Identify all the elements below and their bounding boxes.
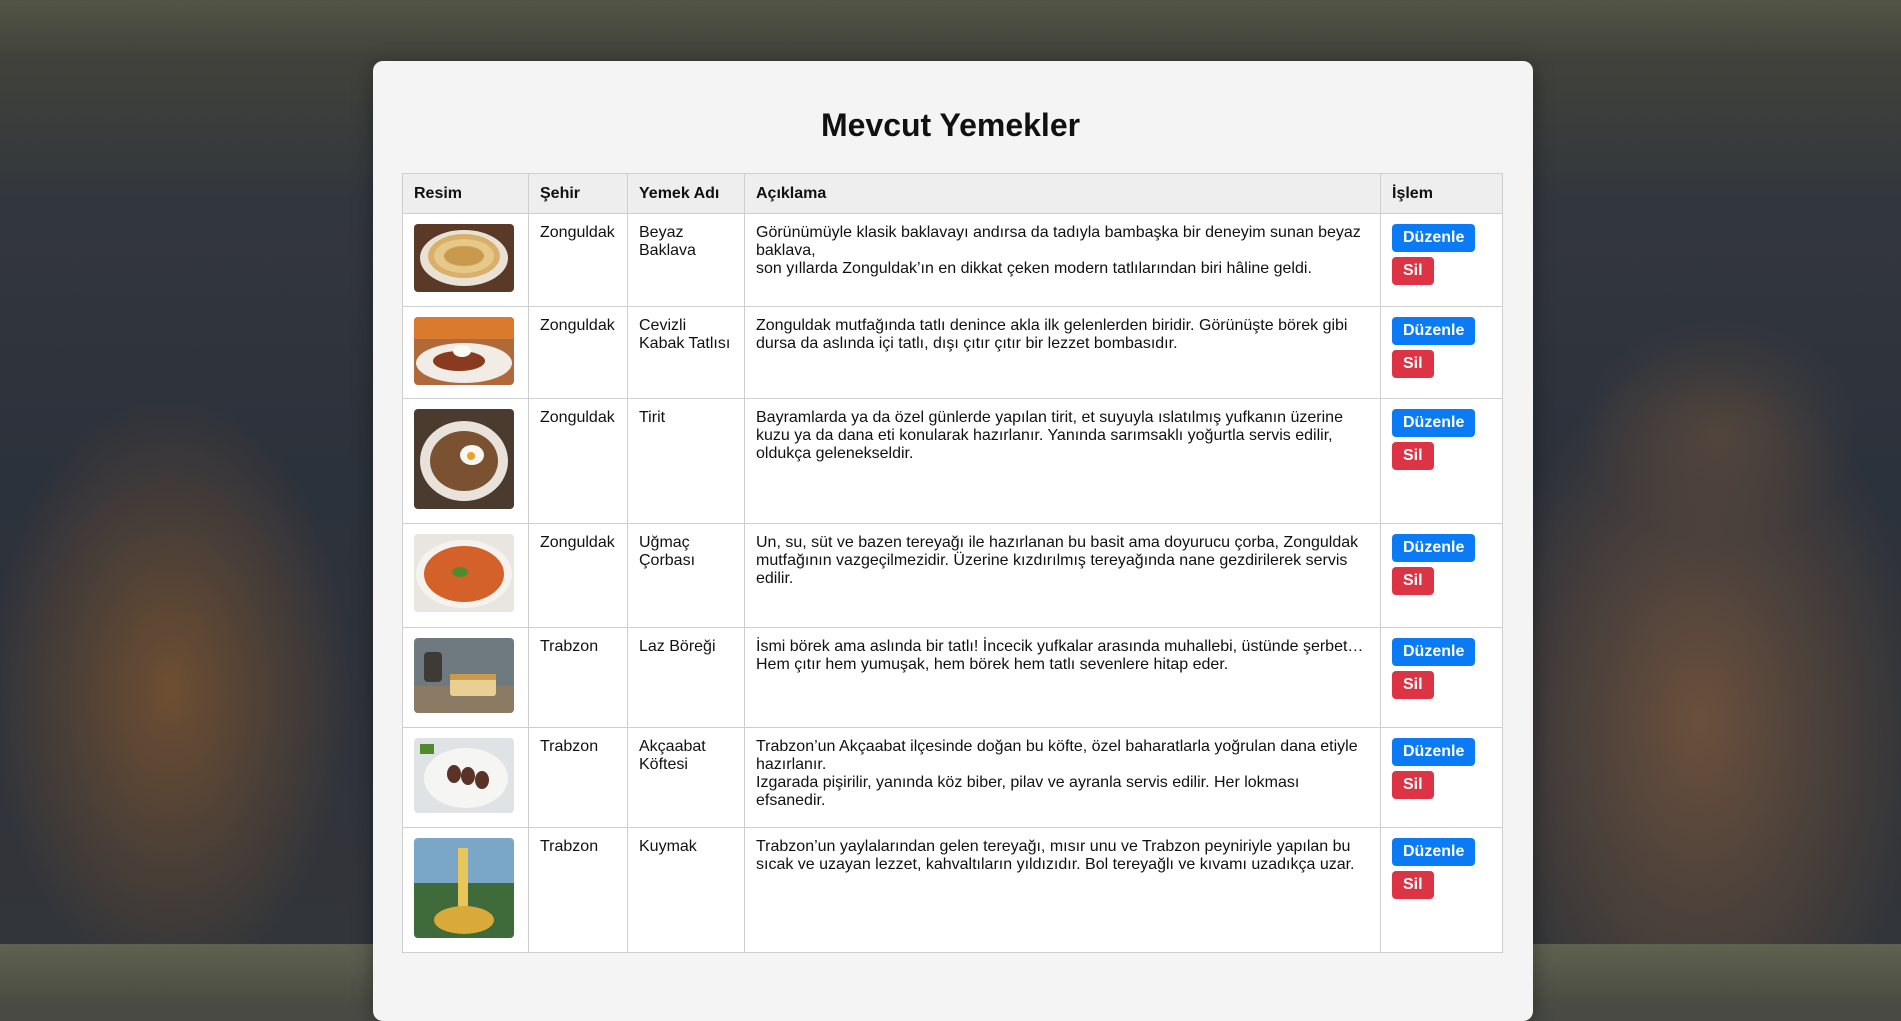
- description-cell: Trabzon’un yaylalarından gelen tereyağı,…: [744, 827, 1381, 953]
- city-cell: Zonguldak: [528, 213, 628, 307]
- image-cell: [402, 306, 529, 399]
- table-row: Trabzon Akçaabat Köftesi Trabzon’un Akça…: [402, 727, 1503, 828]
- table-row: Zonguldak Beyaz Baklava Görünümüyle klas…: [402, 213, 1503, 307]
- description-cell: Trabzon’un Akçaabat ilçesinde doğan bu k…: [744, 727, 1381, 828]
- edit-button[interactable]: Düzenle: [1392, 317, 1476, 345]
- image-cell: [402, 398, 529, 524]
- edit-button[interactable]: Düzenle: [1392, 534, 1476, 562]
- table-row: Zonguldak Uğmaç Çorbası Un, su, süt ve b…: [402, 523, 1503, 628]
- description-line: Görünümüyle klasik baklavayı andırsa da …: [756, 224, 1361, 259]
- table-row: Trabzon Kuymak Trabzon’un yaylalarından …: [402, 827, 1503, 953]
- dishes-table: Resim Şehir Yemek Adı Açıklama İşlem Zon…: [402, 173, 1503, 953]
- description-line: Bayramlarda ya da özel günlerde yapılan …: [756, 409, 1343, 462]
- kabak-tatlisi-photo: [414, 317, 514, 385]
- description-line: Trabzon’un yaylalarından gelen tereyağı,…: [756, 838, 1355, 873]
- description-line: Un, su, süt ve bazen tereyağı ile hazırl…: [756, 534, 1359, 587]
- image-cell: [402, 827, 529, 953]
- action-cell: Düzenle Sil: [1380, 523, 1503, 628]
- edit-button[interactable]: Düzenle: [1392, 738, 1476, 766]
- action-cell: Düzenle Sil: [1380, 727, 1503, 828]
- name-cell: Cevizli Kabak Tatlısı: [627, 306, 745, 399]
- action-cell: Düzenle Sil: [1380, 827, 1503, 953]
- tirit-photo: [414, 409, 514, 509]
- description-cell: Bayramlarda ya da özel günlerde yapılan …: [744, 398, 1381, 524]
- edit-button[interactable]: Düzenle: [1392, 838, 1476, 866]
- action-cell: Düzenle Sil: [1380, 627, 1503, 728]
- delete-button[interactable]: Sil: [1392, 567, 1434, 595]
- description-cell: Zonguldak mutfağında tatlı denince akla …: [744, 306, 1381, 399]
- city-cell: Zonguldak: [528, 398, 628, 524]
- description-cell: Görünümüyle klasik baklavayı andırsa da …: [744, 213, 1381, 307]
- image-cell: [402, 627, 529, 728]
- header-description: Açıklama: [744, 173, 1381, 214]
- description-line: Izgarada pişirilir, yanında köz biber, p…: [756, 774, 1300, 809]
- kuymak-photo: [414, 838, 514, 938]
- image-cell: [402, 523, 529, 628]
- name-cell: Laz Böreği: [627, 627, 745, 728]
- action-cell: Düzenle Sil: [1380, 213, 1503, 307]
- corba-photo: [414, 534, 514, 612]
- kofte-photo: [414, 738, 514, 813]
- description-line: Hem çıtır hem yumuşak, hem börek hem tat…: [756, 656, 1229, 673]
- edit-button[interactable]: Düzenle: [1392, 224, 1476, 252]
- city-cell: Trabzon: [528, 727, 628, 828]
- delete-button[interactable]: Sil: [1392, 771, 1434, 799]
- delete-button[interactable]: Sil: [1392, 350, 1434, 378]
- header-name: Yemek Adı: [627, 173, 745, 214]
- table-row: Zonguldak Cevizli Kabak Tatlısı Zongulda…: [402, 306, 1503, 399]
- baklava-photo: [414, 224, 514, 292]
- table-row: Zonguldak Tirit Bayramlarda ya da özel g…: [402, 398, 1503, 524]
- laz-boregi-photo: [414, 638, 514, 713]
- name-cell: Beyaz Baklava: [627, 213, 745, 307]
- name-cell: Kuymak: [627, 827, 745, 953]
- city-cell: Trabzon: [528, 627, 628, 728]
- delete-button[interactable]: Sil: [1392, 671, 1434, 699]
- edit-button[interactable]: Düzenle: [1392, 638, 1476, 666]
- delete-button[interactable]: Sil: [1392, 871, 1434, 899]
- name-cell: Uğmaç Çorbası: [627, 523, 745, 628]
- image-cell: [402, 213, 529, 307]
- header-image: Resim: [402, 173, 529, 214]
- action-cell: Düzenle Sil: [1380, 306, 1503, 399]
- city-cell: Zonguldak: [528, 306, 628, 399]
- description-line: İsmi börek ama aslında bir tatlı! İnceci…: [756, 638, 1364, 655]
- description-cell: İsmi börek ama aslında bir tatlı! İnceci…: [744, 627, 1381, 728]
- header-action: İşlem: [1380, 173, 1503, 214]
- description-line: Trabzon’un Akçaabat ilçesinde doğan bu k…: [756, 738, 1358, 773]
- city-cell: Trabzon: [528, 827, 628, 953]
- edit-button[interactable]: Düzenle: [1392, 409, 1476, 437]
- delete-button[interactable]: Sil: [1392, 442, 1434, 470]
- name-cell: Tirit: [627, 398, 745, 524]
- description-line: son yıllarda Zonguldak’ın en dikkat çeke…: [756, 260, 1312, 277]
- description-line: Zonguldak mutfağında tatlı denince akla …: [756, 317, 1348, 352]
- description-cell: Un, su, süt ve bazen tereyağı ile hazırl…: [744, 523, 1381, 628]
- page-title: Mevcut Yemekler: [820, 107, 1081, 143]
- name-cell: Akçaabat Köftesi: [627, 727, 745, 828]
- header-city: Şehir: [528, 173, 628, 214]
- delete-button[interactable]: Sil: [1392, 257, 1434, 285]
- action-cell: Düzenle Sil: [1380, 398, 1503, 524]
- city-cell: Zonguldak: [528, 523, 628, 628]
- image-cell: [402, 727, 529, 828]
- table-row: Trabzon Laz Böreği İsmi börek ama aslınd…: [402, 627, 1503, 728]
- table-header-row: Resim Şehir Yemek Adı Açıklama İşlem: [402, 173, 1503, 214]
